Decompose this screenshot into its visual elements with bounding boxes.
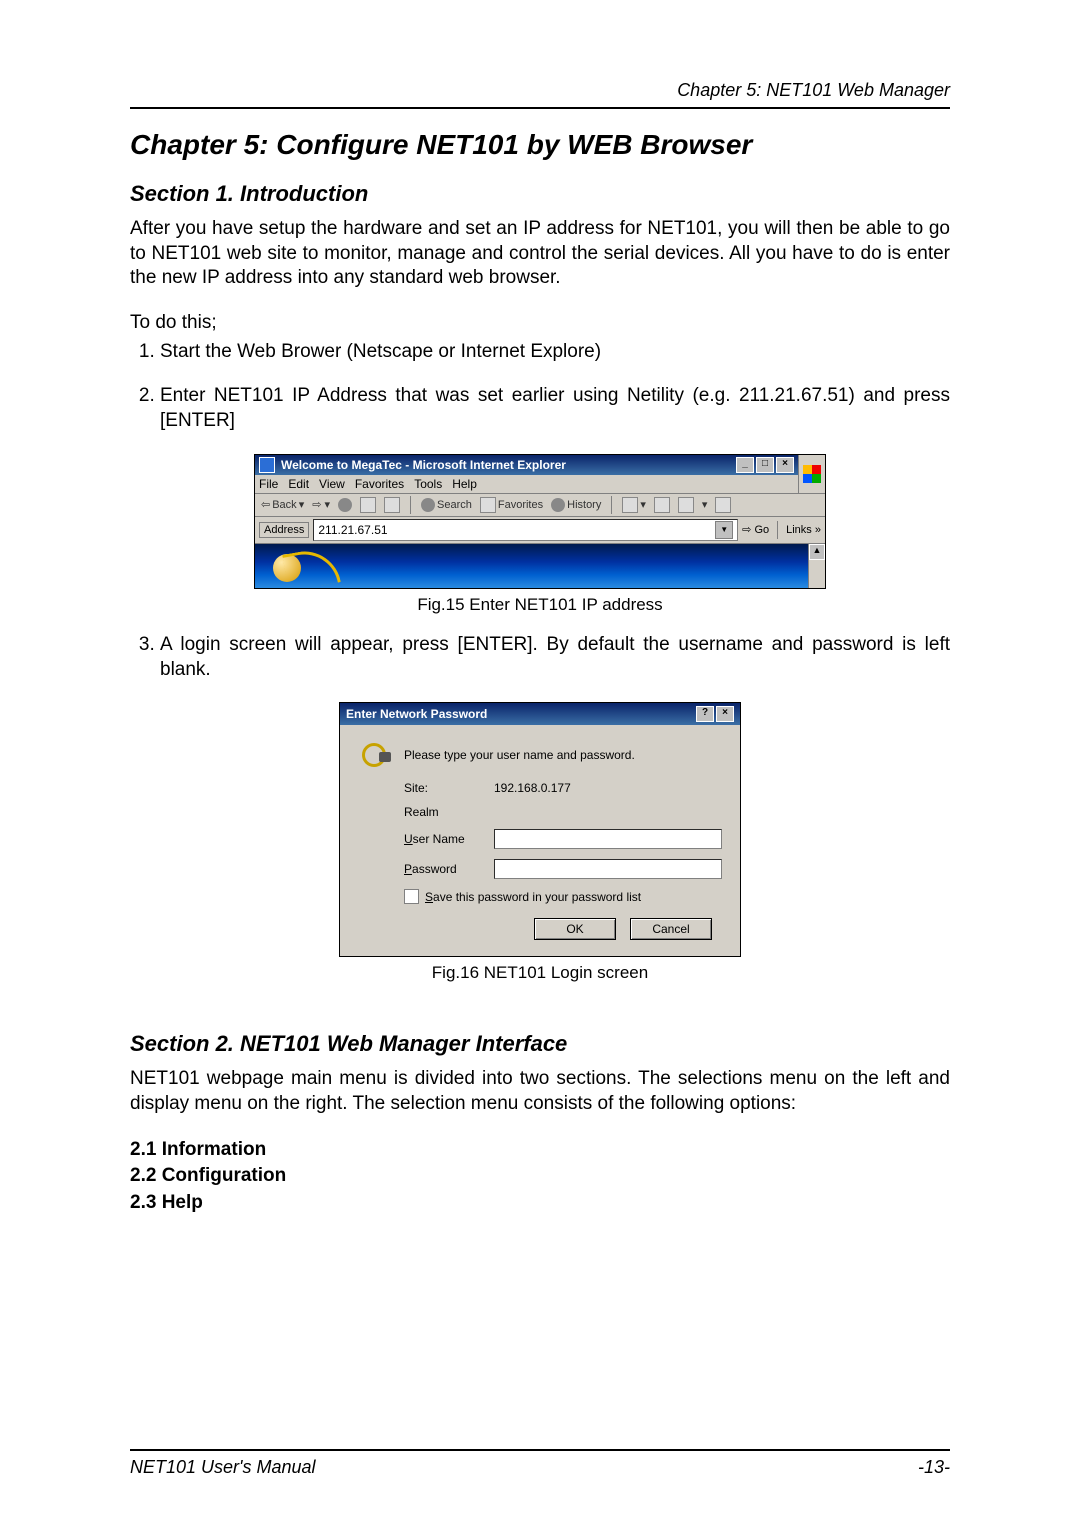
- forward-button[interactable]: ⇨ ▾: [310, 498, 332, 511]
- ie-addressbar: Address 211.21.67.51 ▼ ⇨ Go Links »: [255, 517, 825, 544]
- edit-button[interactable]: [676, 497, 696, 513]
- ie-title-text: Welcome to MegaTec - Microsoft Internet …: [281, 458, 566, 472]
- step-1: Start the Web Brower (Netscape or Intern…: [160, 340, 950, 365]
- ok-button[interactable]: OK: [534, 918, 616, 940]
- maximize-button[interactable]: □: [756, 457, 774, 473]
- dialog-close-button[interactable]: ×: [716, 706, 734, 722]
- save-password-label: Save this password in your password list: [425, 890, 641, 904]
- site-value: 192.168.0.177: [494, 781, 571, 795]
- menu-favorites[interactable]: Favorites: [355, 477, 404, 491]
- chapter-title: Chapter 5: Configure NET101 by WEB Brows…: [130, 129, 950, 161]
- step-3: A login screen will appear, press [ENTER…: [160, 633, 950, 682]
- chapter-header: Chapter 5: NET101 Web Manager: [130, 80, 950, 101]
- password-input[interactable]: [494, 859, 722, 879]
- address-value: 211.21.67.51: [318, 523, 387, 537]
- username-input[interactable]: [494, 829, 722, 849]
- menu-edit[interactable]: Edit: [288, 477, 309, 491]
- favorites-button[interactable]: Favorites: [478, 497, 545, 513]
- print-button[interactable]: [652, 497, 672, 513]
- section2-title: Section 2. NET101 Web Manager Interface: [130, 1031, 950, 1057]
- menu-view[interactable]: View: [319, 477, 345, 491]
- ie-titlebar: Welcome to MegaTec - Microsoft Internet …: [255, 455, 798, 475]
- home-button[interactable]: [382, 497, 402, 513]
- section1-intro: After you have setup the hardware and se…: [130, 217, 950, 291]
- extra-button[interactable]: [713, 497, 733, 513]
- site-label: Site:: [404, 781, 494, 795]
- footer-left: NET101 User's Manual: [130, 1457, 316, 1478]
- windows-flag-icon: [803, 465, 821, 483]
- section1-lead: To do this;: [130, 311, 950, 336]
- login-dialog: Enter Network Password ? × Please type y…: [339, 702, 741, 957]
- ie-app-icon: [259, 457, 275, 473]
- ie-menubar: File Edit View Favorites Tools Help: [255, 475, 798, 494]
- save-password-checkbox[interactable]: [404, 889, 419, 904]
- address-label: Address: [259, 522, 309, 538]
- close-button[interactable]: ×: [776, 457, 794, 473]
- history-button[interactable]: History: [549, 498, 603, 512]
- scroll-up-icon[interactable]: ▲: [809, 544, 825, 560]
- menu-tools[interactable]: Tools: [414, 477, 442, 491]
- vertical-scrollbar[interactable]: ▲: [808, 544, 825, 588]
- search-button[interactable]: Search: [419, 498, 474, 512]
- page-footer: NET101 User's Manual -13-: [130, 1449, 950, 1478]
- footer-right: -13-: [918, 1457, 950, 1478]
- banner-swoosh: [282, 545, 341, 587]
- key-icon: [358, 739, 390, 771]
- menu-file[interactable]: File: [259, 477, 278, 491]
- minimize-button[interactable]: _: [736, 457, 754, 473]
- header-rule: [130, 107, 950, 109]
- address-input[interactable]: 211.21.67.51 ▼: [313, 519, 738, 541]
- opt-information: 2.1 Information: [130, 1137, 950, 1164]
- opt-help: 2.3 Help: [130, 1190, 950, 1217]
- dialog-prompt: Please type your user name and password.: [404, 748, 635, 762]
- page-banner: [255, 544, 808, 588]
- dialog-help-button[interactable]: ?: [696, 706, 714, 722]
- password-label: Password: [404, 862, 494, 876]
- mail-button[interactable]: ▾: [620, 497, 648, 513]
- realm-label: Realm: [404, 805, 494, 819]
- address-dropdown-icon[interactable]: ▼: [715, 521, 733, 539]
- opt-configuration: 2.2 Configuration: [130, 1163, 950, 1190]
- step-2: Enter NET101 IP Address that was set ear…: [160, 384, 950, 433]
- links-button[interactable]: Links »: [786, 524, 821, 536]
- discuss-button[interactable]: ▾: [700, 498, 710, 511]
- section2-para: NET101 webpage main menu is divided into…: [130, 1067, 950, 1116]
- fig15-caption: Fig.15 Enter NET101 IP address: [130, 595, 950, 615]
- refresh-button[interactable]: [358, 497, 378, 513]
- back-button[interactable]: ⇦ Back ▾: [259, 498, 306, 511]
- go-button[interactable]: ⇨ Go: [742, 523, 769, 536]
- section1-steps-cont: A login screen will appear, press [ENTER…: [130, 633, 950, 682]
- section1-title: Section 1. Introduction: [130, 181, 950, 207]
- dialog-title: Enter Network Password: [346, 707, 487, 721]
- cancel-button[interactable]: Cancel: [630, 918, 712, 940]
- username-label: User Name: [404, 832, 494, 846]
- dialog-titlebar: Enter Network Password ? ×: [340, 703, 740, 725]
- ie-logo: [798, 455, 825, 494]
- menu-help[interactable]: Help: [452, 477, 477, 491]
- ie-window: Welcome to MegaTec - Microsoft Internet …: [254, 454, 826, 589]
- fig16-caption: Fig.16 NET101 Login screen: [130, 963, 950, 983]
- ie-toolbar: ⇦ Back ▾ ⇨ ▾ Search Favorites History ▾ …: [255, 494, 825, 517]
- section1-steps: Start the Web Brower (Netscape or Intern…: [130, 340, 950, 434]
- stop-button[interactable]: [336, 498, 354, 512]
